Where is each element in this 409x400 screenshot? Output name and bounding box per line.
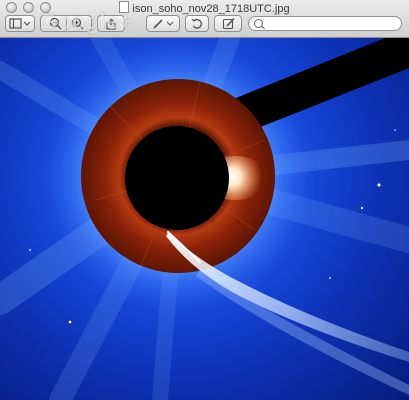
sidebar-button[interactable] <box>5 15 35 32</box>
rotate-icon <box>191 18 202 29</box>
markup-button[interactable] <box>146 15 180 32</box>
search-input[interactable] <box>266 17 396 30</box>
pen-icon <box>153 18 174 29</box>
window-title-text: ison_soho_nov28_1718UTC.jpg <box>132 3 290 15</box>
toolbar <box>0 15 409 35</box>
search-field[interactable] <box>248 16 402 31</box>
window-title: ison_soho_nov28_1718UTC.jpg <box>0 1 409 16</box>
search-icon <box>254 19 263 28</box>
image-canvas <box>0 38 409 400</box>
edit-icon <box>222 17 235 30</box>
document-icon <box>119 1 130 13</box>
window-chrome: ison_soho_nov28_1718UTC.jpg <box>0 0 409 38</box>
sidebar-icon <box>9 17 31 29</box>
rotate-button[interactable] <box>185 15 209 32</box>
zoom-group <box>40 15 92 32</box>
soho-coronagraph-image <box>0 38 409 400</box>
zoom-in-icon[interactable] <box>71 17 84 30</box>
zoom-out-icon[interactable] <box>49 17 62 30</box>
edit-toolbox-button[interactable] <box>214 15 242 32</box>
share-button[interactable] <box>97 15 125 32</box>
preview-window: ison_soho_nov28_1718UTC.jpg Google+ <box>0 0 409 400</box>
share-icon <box>106 17 116 30</box>
sun-disk <box>125 126 229 230</box>
